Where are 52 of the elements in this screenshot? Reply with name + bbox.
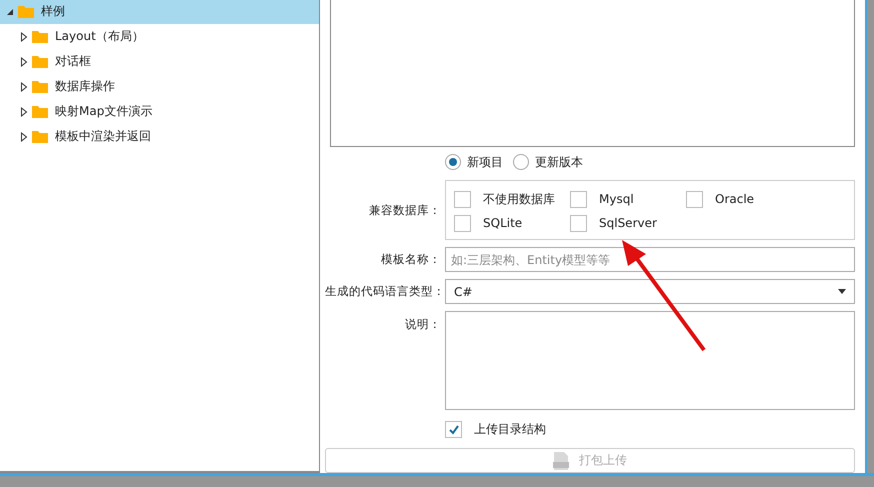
checkbox-label: 不使用数据库 bbox=[483, 190, 555, 208]
expander-icon[interactable] bbox=[20, 56, 28, 66]
expander-icon[interactable] bbox=[6, 8, 14, 16]
radio-button[interactable] bbox=[513, 154, 529, 170]
radio-label: 更新版本 bbox=[535, 154, 583, 170]
language-dropdown[interactable]: C# bbox=[445, 279, 855, 304]
folder-icon bbox=[32, 80, 48, 93]
radio-button[interactable] bbox=[445, 154, 461, 170]
tree-item[interactable]: 数据库操作 bbox=[0, 74, 319, 99]
checkbox[interactable] bbox=[454, 190, 471, 208]
tree-item[interactable]: Layout（布局） bbox=[0, 24, 319, 49]
description-field[interactable] bbox=[445, 311, 855, 410]
expander-icon[interactable] bbox=[20, 132, 28, 142]
folder-icon bbox=[32, 130, 48, 143]
tree-item[interactable]: 模板中渲染并返回 bbox=[0, 124, 319, 149]
checkbox-label: SQLite bbox=[483, 216, 522, 230]
checkbox-option[interactable]: Oracle bbox=[686, 187, 802, 211]
checkbox[interactable] bbox=[570, 190, 587, 208]
checkbox[interactable] bbox=[454, 214, 471, 232]
checkbox[interactable] bbox=[686, 190, 703, 208]
folder-icon bbox=[32, 55, 48, 68]
check-icon bbox=[448, 424, 460, 436]
checkbox-option[interactable]: SQLite bbox=[454, 211, 570, 235]
checkbox-option[interactable]: SqlServer bbox=[570, 211, 686, 235]
radio-option[interactable]: 新项目 bbox=[445, 154, 503, 170]
folder-icon bbox=[32, 105, 48, 118]
folder-icon bbox=[32, 30, 48, 43]
expander-icon[interactable] bbox=[20, 32, 28, 42]
checkbox-option[interactable]: 不使用数据库 bbox=[454, 187, 570, 211]
dropdown-arrow-icon bbox=[838, 289, 846, 294]
field-label: 说明： bbox=[404, 317, 442, 332]
tree-item[interactable]: 样例 bbox=[0, 0, 319, 24]
field-label: 兼容数据库： bbox=[368, 202, 442, 218]
expander-icon[interactable] bbox=[20, 106, 28, 116]
tree-item[interactable]: 映射Map文件演示 bbox=[0, 99, 319, 124]
field-label: 模板名称： bbox=[380, 252, 442, 267]
checkbox-label: SqlServer bbox=[599, 216, 657, 230]
checkbox-label: Oracle bbox=[715, 192, 754, 206]
radio-label: 新项目 bbox=[467, 154, 503, 170]
checkbox-label: 上传目录结构 bbox=[474, 421, 546, 438]
checkbox-option[interactable]: 上传目录结构 bbox=[445, 421, 546, 438]
folder-icon bbox=[18, 5, 34, 18]
field-label: 生成的代码语言类型： bbox=[325, 284, 445, 299]
radio-option[interactable]: 更新版本 bbox=[513, 154, 583, 170]
tree-item[interactable]: 对话框 bbox=[0, 49, 319, 74]
expander-icon[interactable] bbox=[20, 82, 28, 92]
zip-file-icon bbox=[553, 452, 569, 470]
checkbox-label: Mysql bbox=[599, 192, 634, 206]
checkbox[interactable] bbox=[570, 214, 587, 232]
checkbox-option[interactable]: Mysql bbox=[570, 187, 686, 211]
checkbox[interactable] bbox=[445, 421, 462, 438]
input-field[interactable]: 如:三层架构、Entity模型等等 bbox=[445, 247, 855, 272]
